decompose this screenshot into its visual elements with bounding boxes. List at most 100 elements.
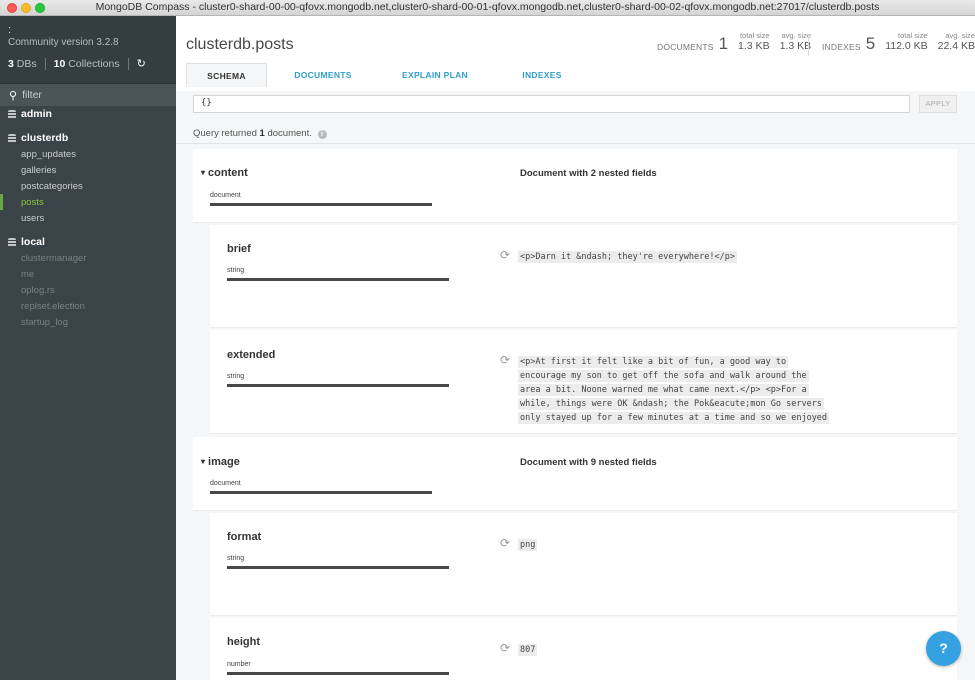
- search-icon: ⚲: [9, 89, 18, 102]
- type-label: number: [227, 661, 251, 668]
- field-name: format: [227, 531, 262, 543]
- doc-avg-size: avg. size 1.3 KB: [780, 31, 812, 52]
- schema-field-format: format string ⟳ png: [210, 513, 957, 616]
- help-chat-icon[interactable]: ?: [926, 631, 961, 666]
- divider: [176, 143, 975, 144]
- collection-header: clusterdb.posts DOCUMENTS 1 total size 1…: [176, 16, 975, 91]
- stat-value: 1.3 KB: [738, 40, 770, 52]
- server-version: Community version 3.2.8: [8, 37, 119, 48]
- window-titlebar: MongoDB Compass - cluster0-shard-00-00-q…: [0, 0, 975, 16]
- document-stats: DOCUMENTS 1 total size 1.3 KB avg. size …: [657, 31, 811, 52]
- sidebar-collection[interactable]: startup_log: [0, 314, 176, 330]
- type-label: string: [227, 267, 245, 274]
- query-input[interactable]: {}: [193, 95, 910, 113]
- sidebar-collection[interactable]: app_updates: [0, 146, 176, 162]
- refresh-sample-icon[interactable]: ⟳: [500, 536, 510, 550]
- stat-caption: total size: [739, 31, 770, 40]
- page-title: clusterdb.posts: [186, 36, 294, 53]
- stat-caption: total size: [898, 31, 928, 40]
- tab-documents[interactable]: DOCUMENTS: [267, 63, 379, 87]
- sample-text: <p>Darn it &ndash; they're everywhere!</…: [518, 251, 737, 263]
- sidebar-db-clusterdb[interactable]: clusterdb: [0, 130, 176, 146]
- sample-line: area a bit. Noone warned me what came ne…: [518, 384, 809, 396]
- type-bar[interactable]: [227, 384, 449, 387]
- field-name-text: image: [208, 456, 240, 468]
- sample-line: while, things were OK &ndash; the Pok&ea…: [518, 398, 824, 410]
- sidebar-collection[interactable]: replset.election: [0, 298, 176, 314]
- caret-down-icon[interactable]: ▾: [201, 457, 205, 466]
- sample-line: encourage my son to get off the sofa and…: [518, 370, 809, 382]
- sample-text: 807: [518, 644, 538, 656]
- sidebar-collection[interactable]: oplog.rs: [0, 282, 176, 298]
- field-name[interactable]: ▾ content: [201, 167, 248, 179]
- db-label: DBs: [16, 57, 37, 70]
- instance-header: : Community version 3.2.8 3 DBs 10 Colle…: [0, 16, 176, 84]
- refresh-sample-icon[interactable]: ⟳: [500, 248, 510, 262]
- indexes-count: 5: [865, 34, 876, 53]
- sample-value: <p>Darn it &ndash; they're everywhere!</…: [518, 250, 737, 264]
- type-bar[interactable]: [210, 491, 432, 494]
- type-label: document: [210, 480, 241, 487]
- nested-fields-summary: Document with 2 nested fields: [520, 168, 657, 179]
- sidebar-collection-active[interactable]: posts: [0, 194, 176, 210]
- sidebar-collection[interactable]: users: [0, 210, 176, 226]
- nested-fields-summary: Document with 9 nested fields: [520, 457, 657, 468]
- database-icon: [8, 237, 16, 247]
- info-icon[interactable]: i: [317, 130, 327, 139]
- main-panel: clusterdb.posts DOCUMENTS 1 total size 1…: [176, 16, 975, 680]
- type-bar[interactable]: [210, 203, 432, 206]
- idx-total-size: total size 112.0 KB: [885, 31, 927, 52]
- query-bar: {} APPLY: [176, 91, 975, 119]
- refresh-sample-icon[interactable]: ⟳: [500, 641, 510, 655]
- doc-total-size: total size 1.3 KB: [738, 31, 770, 52]
- field-name-text: content: [208, 167, 248, 179]
- sidebar-collection[interactable]: clustermanager: [0, 250, 176, 266]
- sidebar-db-admin[interactable]: admin: [0, 106, 176, 122]
- type-bar[interactable]: [227, 278, 449, 281]
- stat-value: 1.3 KB: [779, 40, 812, 52]
- db-name: local: [21, 236, 45, 248]
- index-stats: INDEXES 5 total size 112.0 KB avg. size …: [822, 31, 975, 52]
- msg-count: 1: [259, 128, 265, 139]
- schema-field-brief: brief string ⟳ <p>Darn it &ndash; they'r…: [210, 225, 957, 328]
- stat-caption: avg. size: [781, 31, 812, 40]
- tab-indexes[interactable]: INDEXES: [491, 63, 593, 87]
- type-bar[interactable]: [227, 672, 449, 675]
- schema-field-extended: extended string ⟳ <p>At first it felt li…: [210, 330, 957, 434]
- schema-field-image: ▾ image document Document with 9 nested f…: [193, 437, 957, 511]
- apply-button[interactable]: APPLY: [919, 95, 957, 113]
- field-name[interactable]: ▾ image: [201, 456, 240, 468]
- stat-caption: avg. size: [945, 31, 975, 40]
- sample-value: 807: [518, 643, 538, 657]
- refresh-sample-icon[interactable]: ⟳: [500, 353, 510, 367]
- stat-value: 112.0 KB: [885, 40, 928, 52]
- sample-text: png: [518, 539, 538, 551]
- sample-line: only stayed up for a few minutes at a ti…: [518, 412, 830, 424]
- type-bar[interactable]: [227, 566, 449, 569]
- filter-input[interactable]: filter: [22, 89, 42, 101]
- tab-schema[interactable]: SCHEMA: [186, 63, 267, 87]
- database-list: admin clusterdb app_updates galleries po…: [0, 106, 176, 330]
- sidebar-collection[interactable]: postcategories: [0, 178, 176, 194]
- query-result-message: Query returned 1 document. i: [193, 128, 327, 139]
- db-count: 3: [8, 57, 14, 70]
- field-name: extended: [227, 349, 276, 361]
- refresh-icon[interactable]: ↻: [137, 57, 146, 70]
- sidebar-filter[interactable]: ⚲ filter: [0, 84, 176, 106]
- caret-down-icon[interactable]: ▾: [201, 168, 205, 177]
- tab-explain-plan[interactable]: EXPLAIN PLAN: [379, 63, 491, 87]
- idx-avg-size: avg. size 22.4 KB: [938, 31, 975, 52]
- sidebar: : Community version 3.2.8 3 DBs 10 Colle…: [0, 16, 176, 680]
- divider: [44, 57, 46, 70]
- sidebar-db-local[interactable]: local: [0, 234, 176, 250]
- sidebar-collection[interactable]: galleries: [0, 162, 176, 178]
- host-name[interactable]: :: [8, 25, 168, 36]
- documents-label: DOCUMENTS: [657, 42, 714, 52]
- sidebar-collection[interactable]: me: [0, 266, 176, 282]
- sample-line: <p>At first it felt like a bit of fun, a…: [518, 356, 789, 368]
- db-name: admin: [21, 108, 52, 120]
- divider: [808, 34, 809, 56]
- msg-prefix: Query returned: [193, 128, 257, 139]
- stat-value: 22.4 KB: [937, 40, 975, 52]
- type-label: string: [227, 555, 245, 562]
